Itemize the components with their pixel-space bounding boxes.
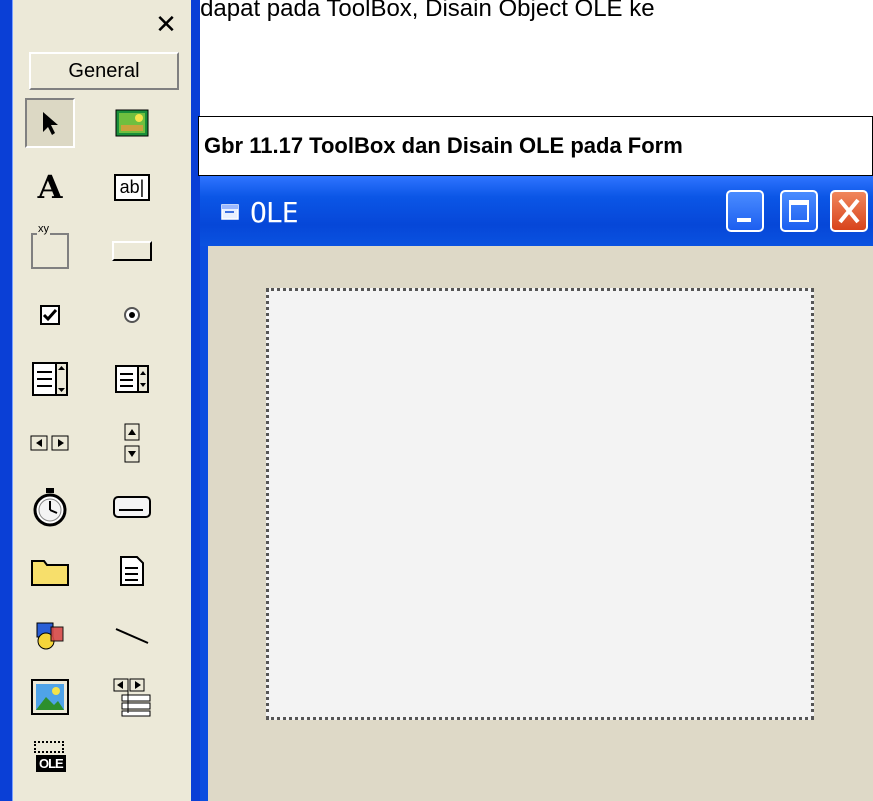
ole-container-control[interactable] (266, 288, 814, 720)
form-titlebar[interactable]: OLE (200, 176, 873, 246)
timer-icon (33, 488, 67, 527)
checkbox-tool[interactable] (25, 290, 75, 340)
data-tool[interactable] (107, 672, 157, 722)
line-icon (115, 628, 149, 644)
label-tool[interactable]: A (25, 162, 75, 212)
checkbox-icon (40, 305, 60, 325)
timer-tool[interactable] (25, 482, 75, 532)
frame-icon: xy (31, 223, 69, 269)
toolbox-window: ✕ General A ab| xy OLE (0, 0, 200, 801)
shape-icon (36, 622, 64, 650)
minimize-button[interactable] (726, 190, 764, 232)
vscrollbar-tool[interactable] (107, 418, 157, 468)
minimize-icon (737, 218, 751, 222)
form-client-area[interactable] (208, 246, 873, 801)
ole-icon: OLE (30, 735, 70, 775)
drivelistbox-tool[interactable] (107, 482, 157, 532)
close-icon (838, 198, 860, 224)
image-icon (31, 679, 69, 715)
textbox-icon: ab| (113, 173, 151, 201)
ole-icon-text: OLE (36, 755, 66, 772)
drivelistbox-icon (113, 496, 151, 518)
line-tool[interactable] (107, 610, 157, 660)
toolbox-close-button[interactable]: ✕ (151, 12, 181, 42)
frame-icon-caption: xy (37, 223, 50, 235)
commandbutton-icon (112, 241, 152, 261)
hscrollbar-icon (30, 435, 69, 451)
hscrollbar-tool[interactable] (25, 418, 75, 468)
filelistbox-icon (120, 556, 144, 586)
dirlistbox-tool[interactable] (25, 546, 75, 596)
filelistbox-tool[interactable] (107, 546, 157, 596)
close-button[interactable] (830, 190, 868, 232)
picturebox-icon (115, 109, 149, 137)
optionbutton-icon (124, 307, 140, 323)
picturebox-tool[interactable] (107, 98, 157, 148)
shape-tool[interactable] (25, 610, 75, 660)
label-icon: A (37, 168, 63, 206)
toolbox-panel: ✕ General A ab| xy OLE (12, 0, 191, 801)
form-window: OLE (200, 176, 873, 801)
combobox-tool[interactable] (25, 354, 75, 404)
general-tab-button[interactable]: General (29, 52, 179, 90)
ole-tool[interactable]: OLE (25, 730, 75, 780)
vscrollbar-icon (124, 423, 140, 463)
dirlistbox-icon (31, 560, 69, 586)
commandbutton-tool[interactable] (107, 226, 157, 276)
listbox-icon (115, 365, 149, 393)
form-title: OLE (250, 196, 299, 229)
maximize-icon (789, 200, 809, 222)
form-icon (221, 204, 239, 220)
image-tool[interactable] (25, 672, 75, 722)
data-icon (113, 678, 151, 717)
pointer-icon (43, 112, 58, 135)
textbox-tool[interactable]: ab| (107, 162, 157, 212)
frame-tool[interactable]: xy (25, 223, 75, 276)
listbox-tool[interactable] (107, 354, 157, 404)
maximize-button[interactable] (780, 190, 818, 232)
combobox-icon (32, 362, 68, 396)
pointer-tool[interactable] (25, 98, 75, 148)
figure-caption: Gbr 11.17 ToolBox dan Disain OLE pada Fo… (198, 116, 873, 176)
optionbutton-tool[interactable] (107, 290, 157, 340)
